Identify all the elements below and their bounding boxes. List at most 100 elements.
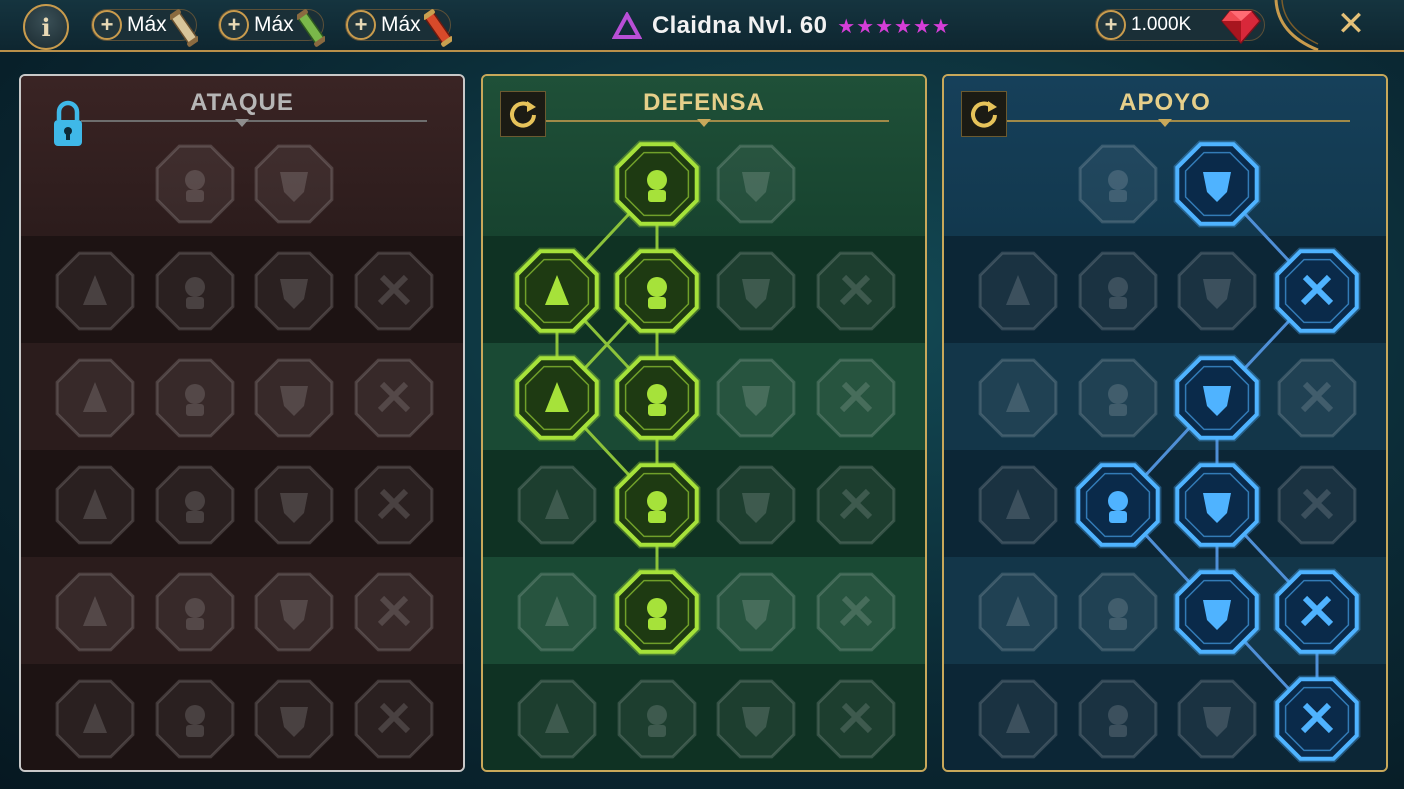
skill-node-skull-cross[interactable] (354, 679, 434, 759)
info-button[interactable]: i (23, 4, 69, 50)
skill-node-all-seeing-eye[interactable] (1173, 568, 1261, 656)
aegis-icon (1108, 277, 1128, 309)
skill-node-chained-heart[interactable] (978, 465, 1058, 545)
corner-ornament-icon (1274, 0, 1319, 52)
add-icon[interactable]: + (92, 10, 122, 40)
skill-node-cleave[interactable] (155, 251, 235, 331)
skill-node-large-shield[interactable] (617, 679, 697, 759)
skill-node-winged-boot[interactable] (1078, 572, 1158, 652)
skill-node-knight-shield[interactable] (613, 354, 701, 442)
attack-panel: ATAQUE (19, 74, 465, 772)
skill-node-shadow-figure[interactable] (1277, 358, 1357, 438)
skill-node-berserker[interactable] (354, 572, 434, 652)
skill-node-power-fist[interactable] (155, 465, 235, 545)
resource-label: Máx (381, 13, 421, 36)
skill-node-guardian[interactable] (716, 251, 796, 331)
skill-node-knight-helm[interactable] (155, 679, 235, 759)
skill-node-spear-burst[interactable] (55, 572, 135, 652)
skill-node-chain-lightning[interactable] (354, 465, 434, 545)
skill-node-spellbook[interactable] (1173, 461, 1261, 549)
skill-node-armored-heart[interactable] (613, 247, 701, 335)
skill-node-bull[interactable] (816, 465, 896, 545)
top-bar: i + Máx + Máx + Máx Claidna Nvl. 60 ★★★★… (0, 0, 1404, 52)
skill-node-eagle[interactable] (1273, 675, 1361, 763)
skill-node-sword-vortex[interactable] (254, 572, 334, 652)
skill-node-hourglass[interactable] (613, 461, 701, 549)
fangs-icon (185, 384, 205, 416)
skill-node-triple-skull[interactable] (155, 572, 235, 652)
skill-node-torch-bearer[interactable] (517, 679, 597, 759)
skill-node-stone-wall[interactable] (613, 140, 701, 228)
skill-node-daggers[interactable] (254, 144, 334, 224)
skill-node-speed-arrow[interactable] (1273, 247, 1361, 335)
skill-node-slash[interactable] (816, 572, 896, 652)
gem-count: 1.000K (1131, 14, 1192, 35)
crossed-swords-icon (185, 170, 205, 202)
skill-node-eyes-in-dark[interactable] (1277, 465, 1357, 545)
skill-node-blade-fist[interactable] (354, 358, 434, 438)
comet-icon (1108, 491, 1128, 523)
skill-node-skull-mask[interactable] (1078, 679, 1158, 759)
hourglass-icon (647, 491, 667, 523)
skill-node-raised-fist[interactable] (716, 144, 796, 224)
skill-node-skull-smoke[interactable] (1177, 251, 1257, 331)
skill-node-shield-strike[interactable] (254, 251, 334, 331)
skill-node-eye-of-power[interactable] (1173, 140, 1261, 228)
skill-node-skull-ring[interactable] (716, 572, 796, 652)
power-fist-icon (185, 491, 205, 523)
skill-node-strongman[interactable] (816, 679, 896, 759)
triple-skull-icon (185, 598, 205, 630)
skill-node-dodge[interactable] (513, 354, 601, 442)
skill-node-compass[interactable] (978, 572, 1058, 652)
skill-node-crushing-fist[interactable] (1177, 679, 1257, 759)
attack-skill-tree (55, 144, 434, 759)
armored-heart-icon (647, 277, 667, 309)
skill-node-open-hand[interactable] (716, 465, 796, 545)
close-button[interactable]: ✕ (1331, 4, 1371, 44)
skill-node-potion[interactable] (978, 679, 1058, 759)
skill-node-dark-heart[interactable] (716, 358, 796, 438)
skill-node-comet[interactable] (1074, 461, 1162, 549)
skill-node-crowd[interactable] (517, 465, 597, 545)
add-icon[interactable]: + (346, 10, 376, 40)
add-icon[interactable]: + (219, 10, 249, 40)
support-skill-tree (978, 140, 1361, 763)
skill-node-demon-lord[interactable] (254, 679, 334, 759)
skill-node-healing-heart[interactable] (1078, 144, 1158, 224)
skill-node-triple-drop[interactable] (613, 568, 701, 656)
skill-node-dwarf-warrior[interactable] (716, 679, 796, 759)
resource-label: Máx (127, 13, 167, 36)
resource-gems[interactable]: + 1.000K (1095, 9, 1265, 45)
resource-scroll-uncommon[interactable]: + Máx (218, 9, 325, 47)
resource-scroll-common[interactable]: + Máx (91, 9, 198, 47)
skill-node-voodoo[interactable] (1273, 568, 1361, 656)
uncommon-scroll-icon (297, 9, 325, 47)
add-icon[interactable]: + (1096, 10, 1126, 40)
skill-node-aegis[interactable] (1078, 251, 1158, 331)
skill-node-horned-demon[interactable] (55, 251, 135, 331)
skill-node-sparkle-sword[interactable] (55, 679, 135, 759)
skill-node-arrow-volley[interactable] (55, 358, 135, 438)
skill-node-chevron-shield[interactable] (513, 247, 601, 335)
skill-node-praying-hands[interactable] (978, 251, 1058, 331)
skill-node-axe[interactable] (254, 465, 334, 545)
skill-node-crossed-swords[interactable] (155, 144, 235, 224)
skill-node-lightning-shield[interactable] (1078, 358, 1158, 438)
skill-node-broken-ground[interactable] (1173, 354, 1261, 442)
resource-label: Máx (254, 13, 294, 36)
skill-node-fangs[interactable] (155, 358, 235, 438)
skill-node-poison-heart[interactable] (55, 465, 135, 545)
star-rating: ★★★★★★ (837, 15, 951, 38)
defense-panel: DEFENSA (481, 74, 927, 772)
skill-node-hooded-figure[interactable] (816, 358, 896, 438)
stone-wall-icon (647, 170, 667, 202)
skill-node-broken-heart[interactable] (354, 251, 434, 331)
resource-scroll-rare[interactable]: + Máx (345, 9, 452, 47)
skill-node-sparkle-figure[interactable] (978, 358, 1058, 438)
skill-node-speed-runner[interactable] (517, 572, 597, 652)
knight-helm-icon (185, 705, 205, 737)
skill-node-broken-blade[interactable] (816, 251, 896, 331)
lightning-shield-icon (1108, 384, 1128, 416)
skill-node-skull-slash[interactable] (254, 358, 334, 438)
affinity-triangle-icon (612, 12, 642, 39)
